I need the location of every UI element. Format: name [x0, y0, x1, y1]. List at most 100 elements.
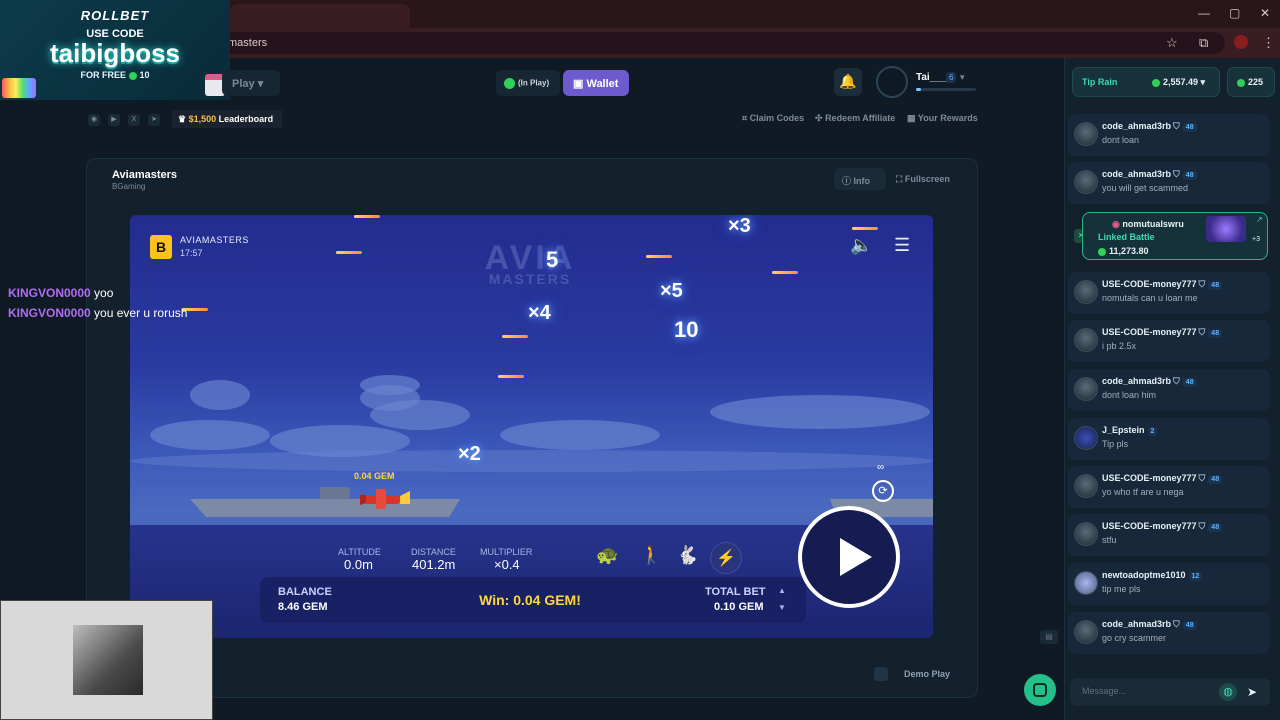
chat-text: go cry scammer [1102, 633, 1167, 643]
multiplier-bubble: ×2 [458, 443, 481, 465]
chat-user[interactable]: code_ahmad3rb ⛉ 48 [1102, 619, 1197, 630]
chat-user[interactable]: USE-CODE-money777 ⛉ 48 [1102, 473, 1223, 484]
altitude-value: 0.0m [344, 557, 373, 572]
avatar[interactable] [1074, 571, 1098, 595]
balance-label: BALANCE [278, 586, 332, 598]
browser-tab[interactable] [230, 4, 410, 28]
turtle-speed-icon[interactable]: 🐢 [596, 545, 618, 566]
address-text: masters [228, 37, 268, 49]
your-rewards-label: Your Rewards [917, 113, 978, 123]
external-link-icon[interactable]: ↗ [1256, 215, 1263, 224]
play-menu-button[interactable]: Play ▾ [222, 70, 280, 96]
cloud [190, 380, 250, 410]
multiplier-value: ×0.4 [494, 557, 520, 572]
multiplier-bubble: ×4 [528, 302, 551, 324]
user-level-badge: 6 [946, 72, 957, 83]
promo-code: taibigboss [49, 38, 180, 68]
chat-user[interactable]: newtoadoptme1010 12 [1102, 570, 1203, 581]
globe-icon[interactable]: ◍ [1219, 683, 1237, 701]
chat-message: USE-CODE-money777 ⛉ 48 i pb 2.5x [1068, 320, 1270, 362]
avatar[interactable] [1074, 122, 1098, 146]
avatar[interactable] [1074, 170, 1098, 194]
profile-avatar[interactable] [1234, 35, 1248, 49]
user-avatar[interactable] [876, 66, 908, 98]
online-dot-icon [1237, 78, 1245, 87]
avatar[interactable] [1074, 377, 1098, 401]
your-rewards-link[interactable]: ▦ Your Rewards [907, 113, 978, 124]
chat-user[interactable]: code_ahmad3rb ⛉ 48 [1102, 169, 1197, 180]
battle-username: nomutualswru [1122, 219, 1184, 229]
chat-user[interactable]: code_ahmad3rb ⛉ 48 [1102, 121, 1197, 132]
level-badge: 48 [1208, 475, 1223, 484]
menu-icon[interactable]: ☰ [894, 235, 910, 256]
info-button[interactable]: ⓘ Info [834, 168, 886, 190]
chat-message: USE-CODE-money777 ⛉ 48 stfu [1068, 514, 1270, 556]
youtube-icon[interactable]: ▶ [108, 114, 120, 126]
battle-user-icon: ◉ [1112, 219, 1120, 229]
game-canvas[interactable]: B AVIAMASTERS 17:57 AVIA MASTERS ×3 5 ×5… [130, 215, 933, 638]
avatar[interactable] [1074, 280, 1098, 304]
address-bar[interactable] [215, 32, 1225, 54]
x-icon[interactable]: X [128, 114, 140, 126]
star-icon[interactable]: ☆ [1166, 35, 1178, 51]
bet-increase-button[interactable]: ▲ [778, 586, 786, 595]
in-play-balance[interactable]: (In Play) [496, 70, 560, 96]
wallet-label: Wallet [586, 78, 619, 90]
level-badge: 48 [1182, 621, 1197, 630]
sound-icon[interactable]: 🔈 [850, 235, 872, 256]
twitch-message: you ever u rorush [94, 306, 188, 320]
rabbit-speed-icon[interactable]: 🐇 [676, 545, 698, 566]
avatar[interactable] [1074, 522, 1098, 546]
wallet-button[interactable]: ▣ Wallet [563, 70, 629, 96]
promo-free-amount: 10 [139, 70, 150, 80]
multiplier-label: MULTIPLIER [480, 547, 533, 557]
promo-overlay: ROLLBET USE CODE taibigboss FOR FREE 10 [0, 0, 230, 100]
chevron-down-icon[interactable]: ▾ [960, 72, 965, 83]
chat-user[interactable]: code_ahmad3rb ⛉ 48 [1102, 376, 1197, 387]
claim-codes-link[interactable]: ⌗ Claim Codes [742, 113, 804, 124]
trophy-icon: ♛ [178, 114, 187, 124]
avatar[interactable] [1074, 426, 1098, 450]
bell-icon[interactable]: 🔔 [834, 68, 862, 96]
lightning-speed-icon[interactable]: ⚡ [710, 542, 742, 574]
walk-speed-icon[interactable]: 🚶 [640, 545, 662, 566]
browser-menu-icon[interactable]: ⋮ [1262, 35, 1275, 51]
bet-decrease-button[interactable]: ▼ [778, 603, 786, 612]
chat-bubble-icon[interactable]: ▤ [1040, 630, 1058, 644]
leaderboard-label: Leaderboard [218, 114, 274, 124]
username[interactable]: Tai___ [916, 72, 946, 83]
chat-user[interactable]: USE-CODE-money777 ⛉ 48 [1102, 327, 1223, 338]
promo-logo: ROLLBET [80, 8, 150, 23]
redeem-affiliate-label: Redeem Affiliate [825, 113, 896, 123]
demo-play-toggle[interactable] [874, 667, 888, 681]
demo-play-label[interactable]: Demo Play [904, 669, 950, 679]
autoplay-button[interactable]: ⟳ [872, 480, 894, 502]
send-icon[interactable]: ➤ [1243, 683, 1261, 701]
telegram-icon[interactable]: ➤ [148, 114, 160, 126]
level-badge: 2 [1147, 427, 1158, 436]
chat-user[interactable]: J_Epstein 2 [1102, 425, 1158, 436]
extensions-icon[interactable]: ⧉ [1199, 35, 1208, 51]
battle-case-image [1206, 216, 1246, 242]
avatar[interactable] [1074, 474, 1098, 498]
fullscreen-button[interactable]: ⛶ Fullscreen [890, 168, 970, 190]
avatar[interactable] [1074, 620, 1098, 644]
battle-user[interactable]: ◉ nomutualswru [1112, 219, 1184, 230]
carrier-tower [320, 487, 350, 499]
leaderboard-link[interactable]: ♛ $1,500 Leaderboard [172, 110, 282, 128]
multiplier-bubble: ×3 [728, 215, 751, 237]
minimize-button[interactable]: — [1198, 6, 1210, 20]
maximize-button[interactable]: ▢ [1229, 6, 1240, 20]
redeem-affiliate-link[interactable]: ✣ Redeem Affiliate [815, 113, 895, 124]
chat-text: tip me pls [1102, 584, 1141, 594]
play-button[interactable] [798, 506, 900, 608]
chat-user[interactable]: USE-CODE-money777 ⛉ 48 [1102, 521, 1223, 532]
support-chat-button[interactable] [1024, 674, 1056, 706]
shield-icon: ⛉ [1198, 279, 1206, 289]
discord-icon[interactable]: ◉ [88, 114, 100, 126]
chat-username: code_ahmad3rb [1102, 121, 1172, 131]
level-badge: 12 [1188, 572, 1203, 581]
avatar[interactable] [1074, 328, 1098, 352]
chat-user[interactable]: USE-CODE-money777 ⛉ 48 [1102, 279, 1223, 290]
close-window-button[interactable]: ✕ [1260, 6, 1270, 20]
